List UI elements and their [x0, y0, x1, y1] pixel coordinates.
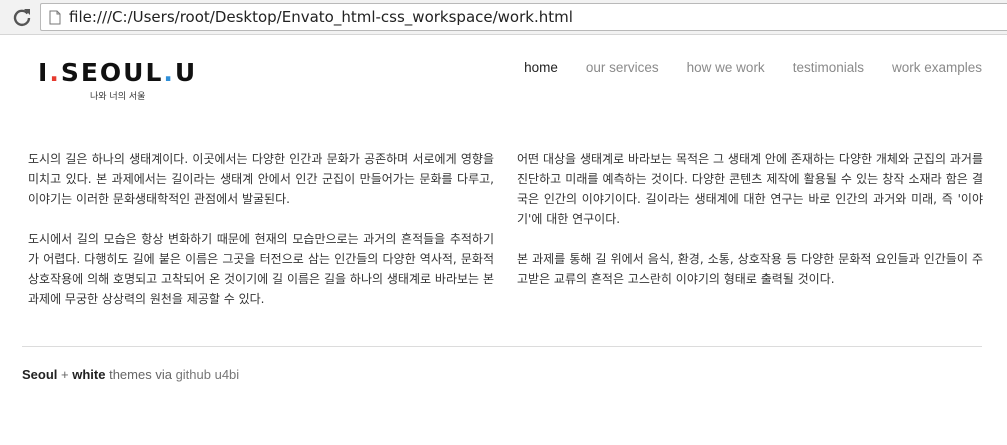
logo[interactable]: I.SEOUL.U 나와 너의 서울: [38, 58, 238, 104]
nav-item-testimonials[interactable]: testimonials: [793, 60, 864, 75]
footer-github-link[interactable]: github u4bi: [176, 367, 240, 382]
footer-white: white: [72, 367, 106, 382]
nav-item-our-services[interactable]: our services: [586, 60, 659, 75]
divider: [22, 346, 982, 347]
footer-text: themes via: [105, 367, 176, 382]
footer-plus: +: [57, 367, 73, 382]
main-content: 도시의 길은 하나의 생태계이다. 이곳에서는 다양한 인간과 문화가 공존하며…: [28, 149, 983, 329]
nav-item-how-we-work[interactable]: how we work: [687, 60, 765, 75]
nav-item-home[interactable]: home: [524, 60, 558, 75]
browser-toolbar: file:///C:/Users/root/Desktop/Envato_htm…: [0, 0, 1007, 35]
main-nav: home our services how we work testimonia…: [496, 60, 982, 75]
reload-icon[interactable]: [12, 7, 32, 27]
paragraph: 어떤 대상을 생태계로 바라보는 목적은 그 생태계 안에 존재하는 다양한 개…: [517, 152, 983, 226]
nav-item-work-examples[interactable]: work examples: [892, 60, 982, 75]
address-bar[interactable]: file:///C:/Users/root/Desktop/Envato_htm…: [40, 3, 1007, 31]
logo-subtitle: 나와 너의 서울: [90, 92, 146, 102]
left-column: 도시의 길은 하나의 생태계이다. 이곳에서는 다양한 인간과 문화가 공존하며…: [28, 149, 494, 329]
page: I.SEOUL.U 나와 너의 서울 home our services how…: [0, 36, 1007, 445]
right-column: 어떤 대상을 생태계로 바라보는 목적은 그 생태계 안에 존재하는 다양한 개…: [517, 149, 983, 329]
logo-wordmark: I.SEOUL.U: [38, 58, 198, 87]
page-icon: [49, 10, 61, 25]
url-text[interactable]: file:///C:/Users/root/Desktop/Envato_htm…: [69, 8, 573, 26]
footer: Seoul + white themes via github u4bi: [22, 367, 239, 382]
paragraph: 도시의 길은 하나의 생태계이다. 이곳에서는 다양한 인간과 문화가 공존하며…: [28, 152, 494, 206]
footer-seoul: Seoul: [22, 367, 58, 382]
paragraph: 도시에서 길의 모습은 항상 변화하기 때문에 현재의 모습만으로는 과거의 흔…: [28, 232, 494, 306]
paragraph: 본 과제를 통해 길 위에서 음식, 환경, 소통, 상호작용 등 다양한 문화…: [517, 252, 983, 286]
